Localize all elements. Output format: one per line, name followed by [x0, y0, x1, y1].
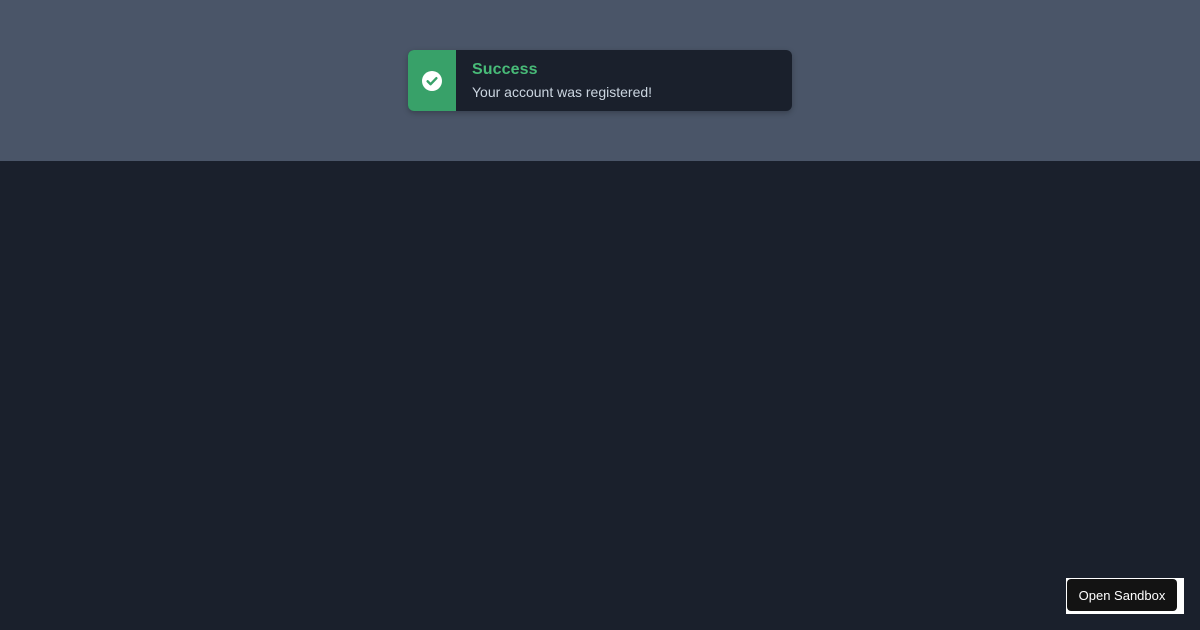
toast-title: Success — [472, 61, 538, 78]
toast-status-strip — [408, 50, 456, 111]
open-sandbox-button[interactable]: Open Sandbox — [1067, 579, 1177, 611]
toast-message: Your account was registered! — [472, 84, 653, 100]
check-circle-icon — [422, 70, 442, 91]
success-toast: Success Your account was registered! — [408, 50, 792, 111]
toast-content: Success Your account was registered! — [456, 50, 668, 111]
